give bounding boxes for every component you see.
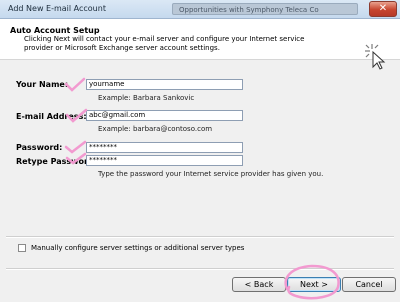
close-button[interactable]: ✕ [369,1,397,17]
password-label: Password: [16,143,63,152]
window-title: Add New E-mail Account [8,4,106,13]
cancel-button[interactable]: Cancel [342,277,396,292]
password-hint: Type the password your Internet service … [98,170,324,178]
manual-config-label: Manually configure server settings or ad… [31,244,245,252]
retype-password-input[interactable]: ******** [86,155,243,166]
back-button[interactable]: < Back [232,277,286,292]
annotation-check-password [64,140,87,154]
checkbox-icon[interactable] [18,244,26,252]
divider-upper [6,236,394,238]
email-address-example: Example: barbara@contoso.com [98,125,213,133]
wizard-cursor-icon [365,44,386,70]
email-address-label: E-mail Address: [16,112,87,121]
header-title: Auto Account Setup [10,26,100,35]
annotation-check-name [64,77,86,92]
header-description: Clicking Next will contact your e-mail s… [24,35,305,52]
background-window-tab[interactable]: Opportunities with Symphony Teleca Co [172,3,358,15]
retype-password-label: Retype Password: [16,157,97,166]
divider-lower [6,268,394,270]
email-address-input[interactable]: abc@gmail.com [86,110,243,121]
your-name-label: Your Name: [16,80,69,89]
close-icon: ✕ [378,3,388,14]
your-name-example: Example: Barbara Sankovic [98,94,195,102]
password-input[interactable]: ******** [86,142,243,153]
next-button[interactable]: Next > [287,277,341,292]
wizard-header: Auto Account Setup Clicking Next will co… [0,19,400,70]
your-name-input[interactable]: yourname [86,79,243,90]
dialog-window: Add New E-mail Account Opportunities wit… [0,0,400,302]
title-bar: Add New E-mail Account Opportunities wit… [0,0,400,19]
manual-config-option[interactable]: Manually configure server settings or ad… [18,244,244,252]
